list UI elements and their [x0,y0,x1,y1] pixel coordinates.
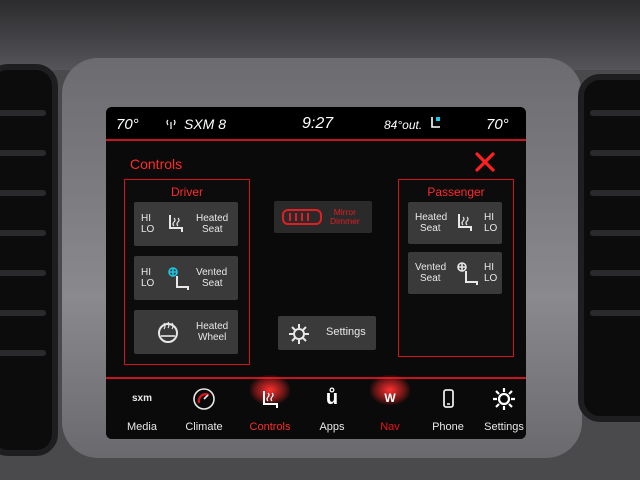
nav-settings[interactable]: Settings [474,379,526,439]
nav-nav[interactable]: W Nav [360,375,420,439]
antenna-icon [166,119,176,129]
lo-label: LO [141,278,155,289]
apps-icon: ů [325,387,339,409]
hi-label: HI [141,213,151,224]
nav-media[interactable]: sxm Media [112,379,172,439]
outside-temp: 84°out. [384,118,423,132]
settings-button[interactable]: Settings [278,316,376,350]
heated-wheel-button[interactable]: Heated Wheel [134,310,238,354]
nav-label: Media [127,421,157,433]
passenger-group: Passenger Heated Seat HI LO Vented Seat … [398,179,514,357]
vented-seat-icon [457,262,478,285]
heated-seat-icon [458,214,472,231]
passenger-temp[interactable]: 70° [486,116,509,133]
seat-status-icon [431,117,440,128]
right-air-vent [578,74,640,422]
hi-label: HI [484,212,494,223]
nav-icon: W [384,391,396,405]
radio-station[interactable]: SXM 8 [184,116,226,132]
climate-icon [193,388,215,410]
driver-temp[interactable]: 70° [116,116,139,133]
label-line-1: Heated [196,321,229,332]
left-air-vent [0,64,58,456]
status-bar: 70° SXM 8 9:27 84°out. 70° [106,107,526,141]
passenger-vented-seat-button[interactable]: Vented Seat HI LO [408,252,502,294]
lo-label: LO [484,223,498,234]
driver-vented-seat-button[interactable]: HI LO Vented Seat [134,256,238,300]
label-line-2: Seat [420,223,441,234]
label-line-1: Heated [415,212,448,223]
label-line-1: Vented [415,262,447,273]
phone-icon [443,389,454,408]
passenger-heated-seat-button[interactable]: Heated Seat HI LO [408,202,502,244]
nav-label: Nav [380,421,400,433]
bottom-nav-bar: sxm Media Climate Controls ů Apps W Nav … [106,375,526,439]
driver-group-title: Driver [171,185,203,199]
passenger-group-title: Passenger [427,185,485,199]
nav-apps[interactable]: ů Apps [302,379,362,439]
label-line-2: Seat [202,224,223,235]
mirror-dimmer-button[interactable]: Mirror Dimmer [274,201,372,233]
nav-label: Settings [484,421,524,433]
nav-label: Controls [249,421,291,433]
mirror-dimmer-label: Mirror Dimmer [330,208,360,226]
lo-label: LO [484,273,498,284]
nav-controls[interactable]: Controls [240,375,300,439]
hi-label: HI [484,262,494,273]
driver-group: Driver HI LO Heated Seat HI LO Vented Se… [124,179,250,365]
nav-label: Phone [432,421,464,433]
close-icon[interactable] [474,151,496,173]
settings-label: Settings [326,326,366,338]
sxm-icon: sxm [131,393,152,404]
controls-icon [263,391,278,408]
lo-label: LO [141,224,155,235]
heated-seat-icon [169,215,183,232]
hi-label: HI [141,267,151,278]
panel-title: Controls [130,156,183,172]
gear-icon [289,324,309,344]
gear-icon [493,388,515,410]
nav-label: Apps [319,421,345,433]
label-line-1: Heated [196,213,229,224]
clock: 9:27 [302,115,334,132]
nav-phone[interactable]: Phone [418,379,478,439]
label-line-2: Dimmer [330,216,360,226]
nav-climate[interactable]: Climate [174,379,234,439]
label-line-2: Wheel [198,332,227,343]
label-line-1: Vented [196,267,228,278]
heated-wheel-icon [158,321,178,343]
driver-heated-seat-button[interactable]: HI LO Heated Seat [134,202,238,246]
nav-label: Climate [185,421,223,433]
mirror-icon [282,209,322,225]
vented-seat-icon [168,267,189,290]
label-line-2: Seat [420,273,441,284]
label-line-2: Seat [202,278,223,289]
infotainment-screen: 70° SXM 8 9:27 84°out. 70° Controls Driv… [106,107,526,439]
